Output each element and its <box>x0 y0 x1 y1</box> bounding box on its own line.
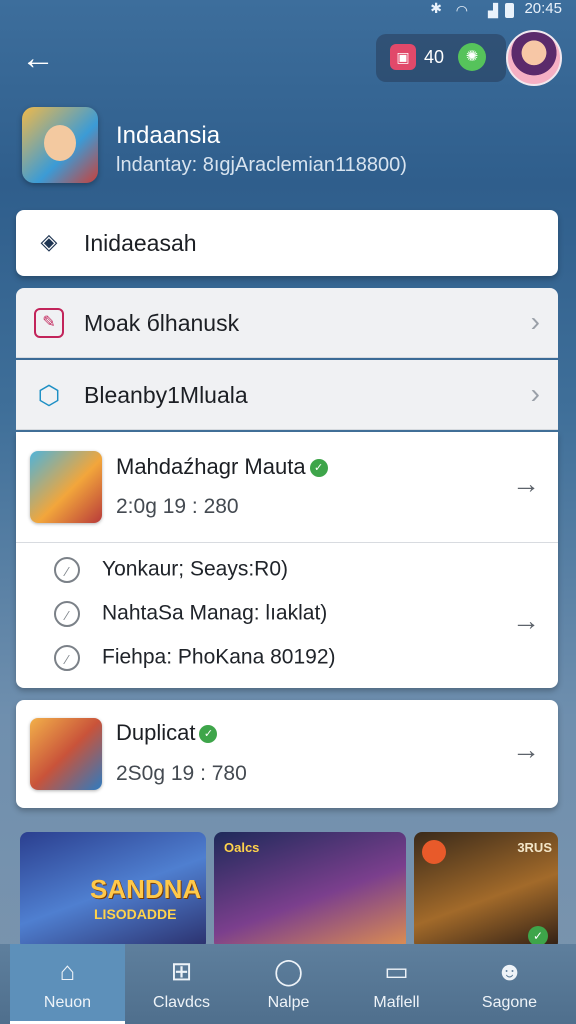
list-item[interactable]: ∕ NahtaSa Manag: lıaklat) <box>54 601 327 627</box>
check-circle-icon: ∕ <box>54 601 80 627</box>
hexagon-icon: ⬡ <box>37 380 61 410</box>
nav-label: Maflell <box>373 994 420 1011</box>
arrow-right-icon[interactable]: → <box>512 605 540 637</box>
verified-icon: ✓ <box>309 459 328 478</box>
game-card-2[interactable]: Duplicat ✓ 2S0g 19 : 780 → <box>16 700 558 808</box>
rewards-pill[interactable]: ▣ 40 ✺ <box>376 34 506 82</box>
menu-item-1[interactable]: ✎ Moak бlhanusk › <box>16 288 558 358</box>
primary-card[interactable]: ◈ Inidaeasah <box>16 210 558 276</box>
bottom-nav: ⌂ Neuon ⊞ Clavdcs ◯ Nalpe ▭ Maflell ☻ Sa… <box>0 944 576 1024</box>
edit-box-icon: ✎ <box>34 308 64 338</box>
nav-people[interactable]: ◯ Nalpe <box>231 944 346 1024</box>
avatar[interactable] <box>506 30 562 86</box>
game-thumbnail <box>30 451 102 523</box>
menu-item-2[interactable]: ⬡ Bleanby1Mluala › <box>16 360 558 430</box>
promo-banner-3[interactable]: 3RUS ✓ <box>414 832 558 950</box>
game-thumbnail <box>30 718 102 790</box>
chevron-right-icon: › <box>530 306 540 337</box>
game-time: 2S0g 19 : 780 <box>116 762 247 785</box>
nav-label: Neuon <box>43 994 92 1011</box>
nav-home[interactable]: ⌂ Neuon <box>10 944 125 1024</box>
nav-label: Sagone <box>481 994 538 1011</box>
check-icon: ✓ <box>528 926 548 946</box>
signal-icon: ▟ <box>488 3 498 18</box>
arrow-right-icon[interactable]: → <box>512 734 540 766</box>
user-icon: ◯ <box>273 956 304 986</box>
gift-icon: ▣ <box>390 44 416 70</box>
game-title: Duplicat ✓ <box>116 720 218 746</box>
menu-item-label: Moak бlhanusk <box>84 310 240 336</box>
arrow-right-icon[interactable]: → <box>512 468 540 500</box>
battery-icon <box>505 3 514 18</box>
nav-profile[interactable]: ☻ Sagone <box>452 944 567 1024</box>
status-time: 20:45 <box>524 0 562 17</box>
badge-icon <box>422 840 446 864</box>
banner-title: SANDNA <box>90 874 202 904</box>
promo-banner-2[interactable]: Oalcs <box>214 832 406 950</box>
verified-icon: ✓ <box>199 725 218 744</box>
menu-item-label: Bleanby1Mluala <box>84 382 248 408</box>
primary-card-label: Inidaeasah <box>84 230 197 256</box>
list-item[interactable]: ∕ Yonkaur; Seays:R0) <box>54 557 288 583</box>
banner-subtitle: LISODADDE <box>94 906 177 922</box>
check-circle-icon: ∕ <box>54 557 80 583</box>
list-item[interactable]: ∕ Fiehpa: PhoKana 80192) <box>54 645 336 671</box>
game-card-1[interactable]: Mahdaźhagr Mauta ✓ 2:0g 19 : 280 → ∕ Yonka… <box>16 432 558 688</box>
game-time: 2:0g 19 : 280 <box>116 495 239 518</box>
check-circle-icon: ∕ <box>54 645 80 671</box>
coin-icon: ✺ <box>458 43 486 71</box>
nav-messages[interactable]: ▭ Maflell <box>339 944 454 1024</box>
banner-title: Oalcs <box>224 840 260 855</box>
status-bar: ✱ ◠ ▟ 20:45 <box>0 0 576 22</box>
wifi-icon: ◠ <box>455 2 468 18</box>
message-icon: ▭ <box>384 956 409 986</box>
chevron-right-icon: › <box>530 378 540 409</box>
games-icon: ⊞ <box>170 956 193 986</box>
profile-icon: ☻ <box>495 956 524 986</box>
banner-title: 3RUS <box>517 840 552 855</box>
app-icon <box>22 107 98 183</box>
nav-label: Clavdcs <box>153 994 210 1011</box>
nav-label: Nalpe <box>267 994 310 1011</box>
game-title: Mahdaźhagr Mauta ✓ <box>116 454 328 480</box>
nav-games[interactable]: ⊞ Clavdcs <box>124 944 239 1024</box>
diamond-icon: ◈ <box>40 229 58 254</box>
gift-count: 40 <box>424 47 445 67</box>
bluetooth-icon: ✱ <box>430 0 442 16</box>
promo-banner-1[interactable]: SANDNA LISODADDE <box>20 832 206 950</box>
divider <box>16 542 558 543</box>
home-icon: ⌂ <box>59 956 76 986</box>
back-button[interactable]: ← <box>16 38 60 78</box>
app-title: Indaansia <box>116 122 221 149</box>
app-subtitle: lndantay: 8ıgjAraclemian118800) <box>116 154 407 176</box>
